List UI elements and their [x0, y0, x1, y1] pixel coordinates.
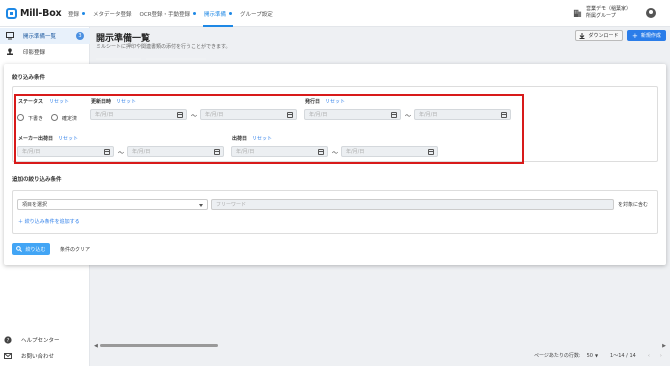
chevron-down-icon: ▼ — [594, 353, 599, 358]
monitor-icon — [6, 32, 14, 40]
help-icon: ? — [4, 336, 12, 344]
nav-tab-register[interactable]: 登録 — [64, 0, 89, 27]
field-select-value: 項目を選択 — [22, 202, 48, 208]
rows-per-page-select[interactable]: 50 ▼ — [587, 353, 598, 359]
target-suffix: を対象に含む — [618, 202, 649, 208]
sidebar-item-label: お問い合わせ — [21, 354, 55, 360]
filter-button-label: 絞り込む — [25, 246, 46, 253]
horizontal-scrollbar[interactable]: ◀ ▶ — [94, 343, 666, 349]
nav-tab-ocr[interactable]: OCR登録・手動登録 — [136, 0, 201, 27]
rows-per-page-value: 50 — [586, 352, 593, 359]
page-subtitle: ミルシートに押印や関連書類の添付を行うことができます。 — [96, 44, 231, 50]
table-header-hint — [96, 58, 141, 60]
nav-tab-label: OCR登録・手動登録 — [139, 11, 191, 18]
rows-per-page-label: ページあたりの行数: — [534, 353, 581, 359]
new-label: 新規作成 — [640, 33, 661, 39]
nav-tab-label: 登録 — [68, 11, 80, 18]
additional-section-title: 追加の絞り込み条件 — [12, 177, 62, 183]
page-range: 1〜14 / 14 — [610, 353, 636, 359]
count-badge: 3 — [76, 32, 84, 40]
scroll-left-icon[interactable]: ◀ — [94, 343, 98, 349]
next-page-icon[interactable]: › — [660, 353, 662, 359]
plus-icon: + — [632, 31, 638, 40]
nav-tab-group-settings[interactable]: グループ設定 — [236, 0, 277, 27]
pagination: ページあたりの行数: 50 ▼ 1〜14 / 14 ‹ › — [534, 352, 662, 360]
search-icon — [16, 246, 23, 252]
main-nav: 登録 メタデータ登録 OCR登録・手動登録 開示準備 グループ設定 — [64, 0, 277, 27]
sidebar-item-label: ヘルプセンター — [21, 338, 60, 344]
download-button[interactable]: ダウンロード — [575, 30, 623, 41]
nav-tab-label: グループ設定 — [240, 11, 273, 18]
freeword-input[interactable]: フリーワード — [211, 199, 614, 210]
add-condition-link[interactable]: ＋ 絞り込み条件を追加する — [18, 218, 80, 225]
additional-filter-box — [12, 190, 658, 234]
scroll-right-icon[interactable]: ▶ — [662, 343, 666, 349]
freeword-placeholder: フリーワード — [216, 202, 247, 208]
mail-icon — [4, 353, 12, 359]
clear-conditions-button[interactable]: 条件のクリア — [60, 243, 90, 255]
nav-tab-metadata[interactable]: メタデータ登録 — [89, 0, 136, 27]
filter-section-title: 絞り込み条件 — [12, 75, 46, 81]
dot-icon — [82, 12, 86, 15]
sidebar-item-disclosure-list[interactable]: 開示準備一覧 3 — [0, 28, 90, 44]
download-label: ダウンロード — [588, 33, 619, 39]
sidebar-item-label: 印影登録 — [23, 50, 46, 56]
dot-icon — [193, 12, 197, 15]
scrollbar-thumb[interactable] — [100, 344, 218, 347]
field-select[interactable]: 項目を選択 — [17, 199, 208, 210]
chevron-down-icon — [199, 204, 203, 207]
logo-icon — [6, 7, 17, 19]
org-switcher[interactable]: 営業デモ（稲葉家） 所属グループ — [573, 6, 631, 20]
nav-tab-disclosure[interactable]: 開示準備 — [200, 0, 236, 27]
filter-button[interactable]: 絞り込む — [12, 243, 50, 255]
svg-text:?: ? — [7, 338, 10, 344]
org-name: 営業デモ（稲葉家） — [586, 6, 632, 12]
table-header-hint — [146, 58, 206, 60]
download-icon — [579, 32, 585, 39]
sidebar-item-label: 開示準備一覧 — [23, 34, 57, 40]
new-button[interactable]: + 新規作成 — [627, 30, 666, 41]
app-logo[interactable]: Mill-Box — [6, 7, 62, 19]
stamp-icon — [7, 48, 13, 55]
highlight-box — [14, 94, 524, 164]
app-name: Mill-Box — [20, 7, 62, 19]
prev-page-icon[interactable]: ‹ — [648, 353, 650, 359]
top-bar: Mill-Box 登録 メタデータ登録 OCR登録・手動登録 開示準備 グループ… — [0, 0, 670, 27]
dot-icon — [229, 12, 233, 15]
nav-tab-label: 開示準備 — [204, 11, 227, 18]
sidebar-item-seal-registration[interactable]: 印影登録 — [0, 44, 90, 60]
sidebar-item-help-center[interactable]: ? ヘルプセンター — [0, 333, 90, 347]
nav-tab-label: メタデータ登録 — [93, 11, 132, 18]
user-avatar-icon[interactable] — [646, 8, 656, 18]
building-icon — [573, 9, 582, 17]
sidebar-item-contact[interactable]: お問い合わせ — [0, 349, 90, 363]
org-group: 所属グループ — [586, 13, 616, 19]
